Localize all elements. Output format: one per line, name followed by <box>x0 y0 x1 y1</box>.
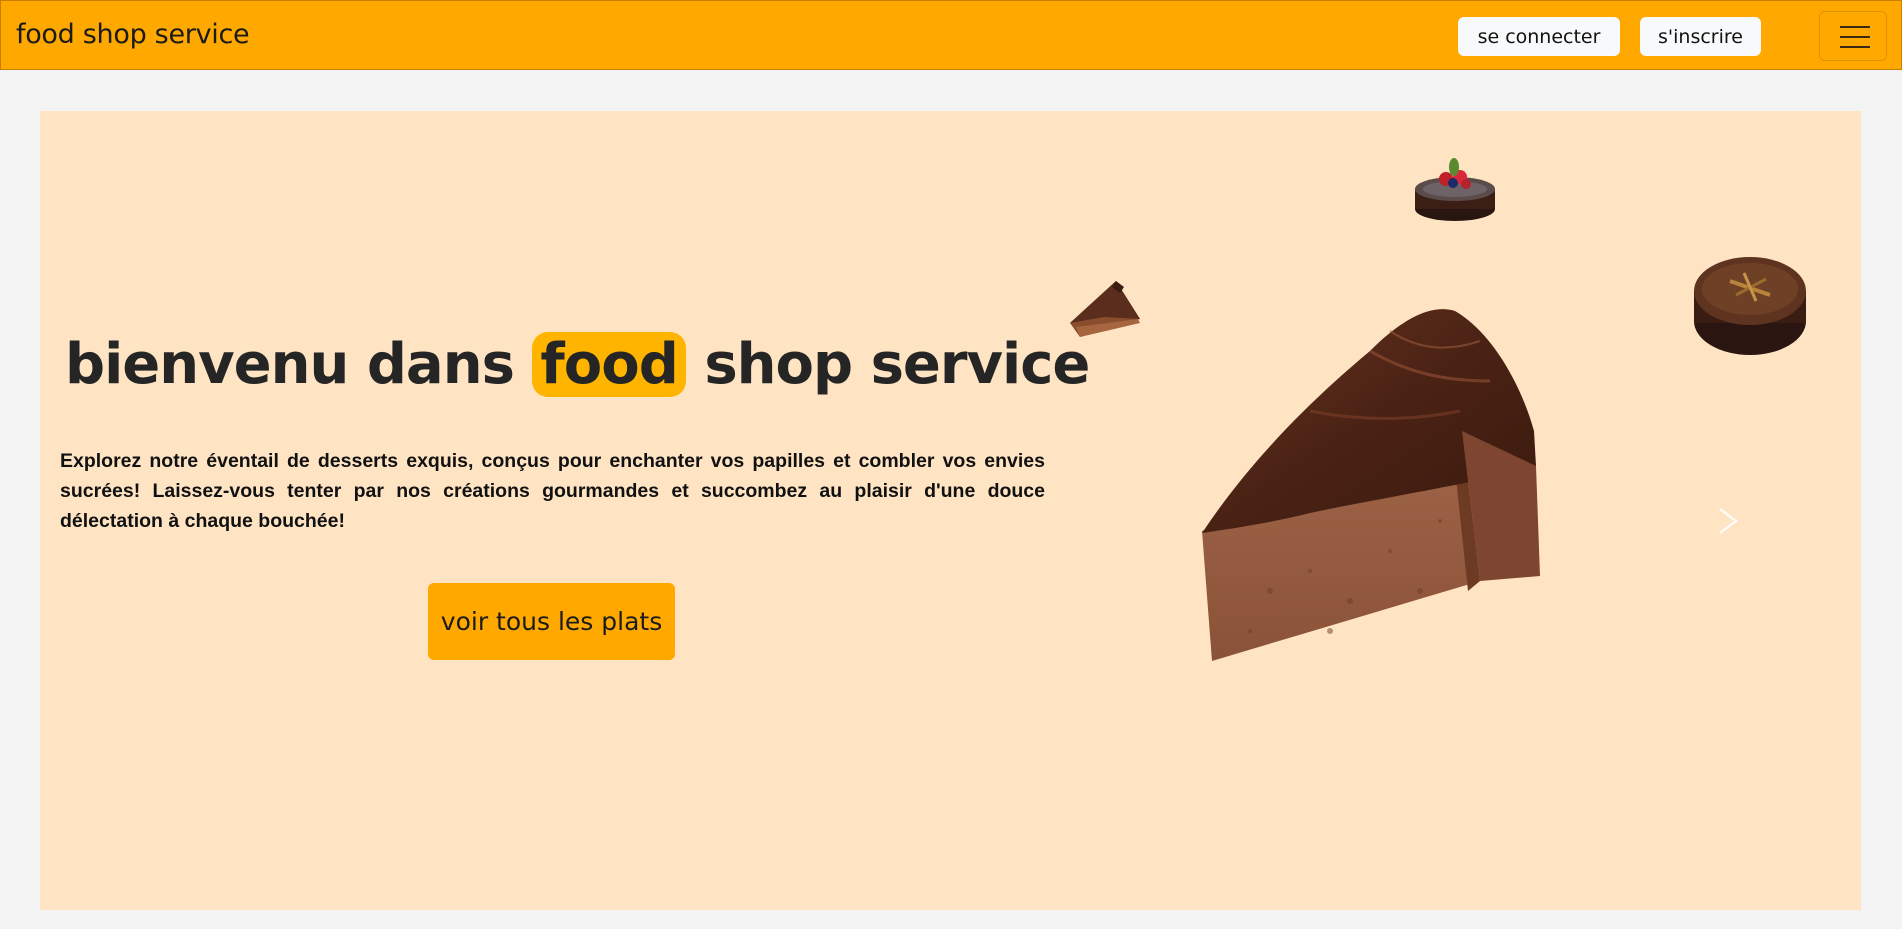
small-cake-slice-image <box>1070 281 1140 337</box>
hamburger-menu-icon-line <box>1840 36 1870 38</box>
hero-title-part: shop service <box>685 332 1090 397</box>
brand-logo-text[interactable]: food shop service <box>16 19 250 50</box>
menu-toggle-button[interactable] <box>1819 11 1887 61</box>
hero-title: bienvenu dans food shop service <box>65 332 1090 397</box>
login-button[interactable]: se connecter <box>1458 17 1620 56</box>
hero-carousel: bienvenu dans food shop service Explorez… <box>40 111 1861 910</box>
chevron-right-icon[interactable] <box>1708 491 1748 551</box>
hamburger-menu-icon <box>1840 26 1870 28</box>
hero-title-part: bienvenu dans <box>65 332 533 397</box>
signup-button[interactable]: s'inscrire <box>1640 17 1761 56</box>
hero-title-highlight: food <box>532 332 686 397</box>
berry-cake-image <box>1415 158 1495 221</box>
hamburger-menu-icon-line <box>1840 46 1870 48</box>
view-all-dishes-button[interactable]: voir tous les plats <box>428 583 675 660</box>
hero-description: Explorez notre éventail de desserts exqu… <box>60 450 1045 532</box>
navbar: food shop service se connecter s'inscrir… <box>0 0 1902 70</box>
round-chocolate-cake-image <box>1694 257 1806 355</box>
chocolate-cake-slice-image <box>1202 309 1540 661</box>
